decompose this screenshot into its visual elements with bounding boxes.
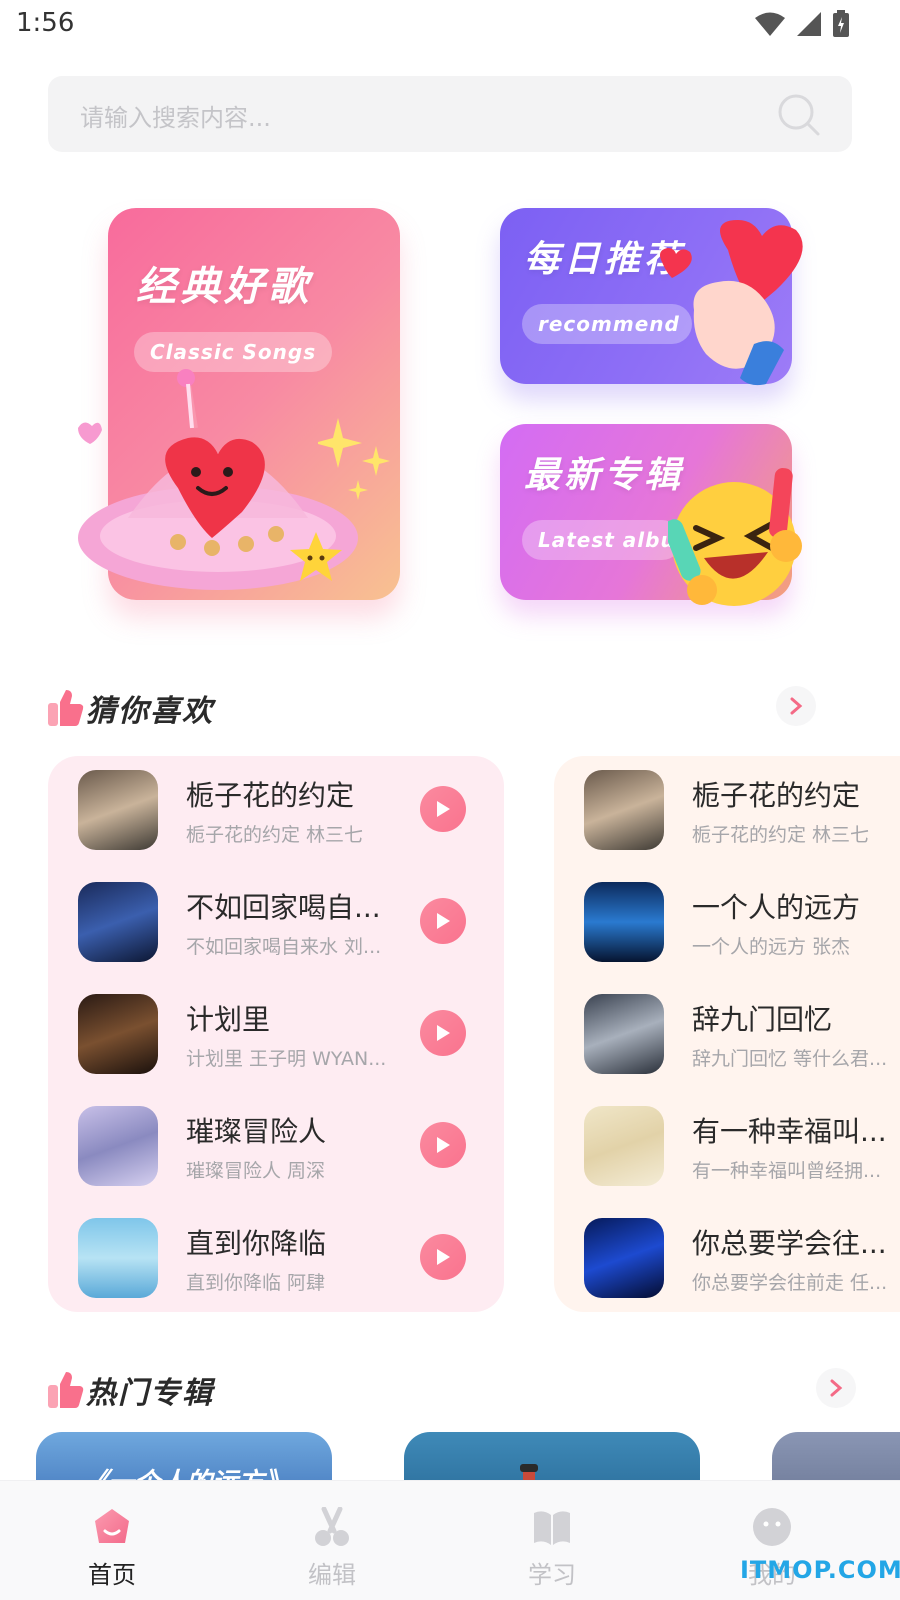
- hot-albums-section-header: 热门专辑: [48, 1364, 856, 1414]
- nav-study[interactable]: 学习: [492, 1481, 612, 1600]
- song-subtitle: 栀子花的约定 林三七: [692, 824, 870, 846]
- song-subtitle: 璀璨冒险人 周深: [186, 1160, 326, 1182]
- song-subtitle: 不如回家喝自来水 刘...: [186, 936, 382, 958]
- hot-albums-more-button[interactable]: [816, 1368, 856, 1408]
- star-icon: [290, 532, 342, 581]
- nav-label: 编辑: [308, 1561, 356, 1589]
- chevron-right-icon: [830, 1379, 843, 1397]
- watermark: ITMOP.COM: [740, 1556, 900, 1584]
- song-subtitle: 直到你降临 阿肆: [186, 1272, 326, 1294]
- song-cover: [78, 882, 158, 962]
- song-list-panel-left: 栀子花的约定 栀子花的约定 林三七 不如回家喝自... 不如回家喝自来水 刘..…: [48, 756, 504, 1312]
- song-title: 有一种幸福叫...: [692, 1115, 887, 1148]
- song-cover: [78, 1106, 158, 1186]
- play-button[interactable]: [420, 1010, 466, 1056]
- song-title: 你总要学会往...: [692, 1227, 887, 1260]
- smile-icon: [753, 1508, 791, 1546]
- nav-edit[interactable]: 编辑: [272, 1481, 392, 1600]
- nav-label: 首页: [88, 1561, 136, 1589]
- app-screen: 1:56 请输入搜索内容... 经典好歌 Classic Songs 每日推荐 …: [0, 0, 900, 1600]
- status-time: 1:56: [16, 8, 75, 38]
- hot-albums-section-title: 热门专辑: [86, 1376, 214, 1411]
- song-cover: [584, 1106, 664, 1186]
- song-cover: [78, 1218, 158, 1298]
- search-placeholder: 请输入搜索内容...: [80, 104, 271, 132]
- song-row[interactable]: 栀子花的约定 栀子花的约定 林三七: [584, 770, 900, 852]
- song-title: 一个人的远方: [692, 891, 861, 924]
- song-cover: [584, 770, 664, 850]
- play-icon: [437, 1137, 450, 1153]
- song-row[interactable]: 你总要学会往... 你总要学会往前走 任...: [584, 1218, 900, 1300]
- sparkle-icon: [318, 418, 390, 500]
- classic-songs-title: 经典好歌: [136, 264, 312, 310]
- song-subtitle: 有一种幸福叫曾经拥...: [692, 1160, 882, 1182]
- song-row[interactable]: 一个人的远方 一个人的远方 张杰: [584, 882, 900, 964]
- guess-section-title: 猜你喜欢: [86, 694, 214, 729]
- song-cover: [78, 770, 158, 850]
- play-icon: [437, 1025, 450, 1041]
- play-button[interactable]: [420, 1122, 466, 1168]
- thumb-up-icon: [48, 1372, 84, 1408]
- status-icons: [754, 10, 850, 38]
- thumb-up-icon: [48, 690, 84, 726]
- scissors-icon: [315, 1507, 349, 1546]
- song-title: 直到你降临: [186, 1227, 327, 1260]
- guess-section-header: 猜你喜欢: [48, 682, 852, 732]
- song-title: 计划里: [186, 1003, 271, 1036]
- song-title: 辞九门回忆: [692, 1003, 833, 1036]
- chevron-right-icon: [790, 697, 803, 715]
- status-bar: 1:56: [0, 0, 900, 48]
- song-row[interactable]: 计划里 计划里 王子明 WYAN...: [78, 994, 478, 1076]
- song-row[interactable]: 辞九门回忆 辞九门回忆 等什么君...: [584, 994, 900, 1076]
- home-icon: [95, 1509, 129, 1543]
- song-subtitle: 你总要学会往前走 任...: [692, 1272, 888, 1294]
- song-row[interactable]: 璀璨冒险人 璀璨冒险人 周深: [78, 1106, 478, 1188]
- book-icon: [534, 1511, 570, 1545]
- signal-icon: [797, 12, 821, 36]
- play-icon: [437, 913, 450, 929]
- wifi-icon: [755, 12, 785, 36]
- song-subtitle: 辞九门回忆 等什么君...: [692, 1048, 888, 1070]
- daily-recommend-card[interactable]: 每日推荐 recommend: [500, 208, 803, 386]
- song-subtitle: 栀子花的约定 林三七: [186, 824, 364, 846]
- play-button[interactable]: [420, 786, 466, 832]
- song-list-panel-right: 栀子花的约定 栀子花的约定 林三七 一个人的远方 一个人的远方 张杰 辞九门回忆…: [554, 756, 900, 1312]
- search-icon[interactable]: [776, 92, 822, 138]
- classic-songs-pill: Classic Songs: [134, 332, 333, 372]
- song-row[interactable]: 不如回家喝自... 不如回家喝自来水 刘...: [78, 882, 478, 964]
- song-title: 栀子花的约定: [186, 779, 355, 812]
- song-row[interactable]: 直到你降临 直到你降临 阿肆: [78, 1218, 478, 1300]
- song-row[interactable]: 栀子花的约定 栀子花的约定 林三七: [78, 770, 478, 852]
- latest-album-pill: Latest album: [522, 520, 682, 560]
- heart-hand-icon: [660, 220, 803, 386]
- song-title: 璀璨冒险人: [186, 1115, 327, 1148]
- search-input[interactable]: 请输入搜索内容...: [48, 76, 852, 152]
- play-button[interactable]: [420, 1234, 466, 1280]
- laughing-emoji-icon: [668, 468, 802, 606]
- song-cover: [78, 994, 158, 1074]
- latest-album-title: 最新专辑: [524, 455, 685, 496]
- song-cover: [584, 994, 664, 1074]
- nav-label: 学习: [528, 1561, 576, 1589]
- song-title: 栀子花的约定: [692, 779, 861, 812]
- guess-more-button[interactable]: [776, 686, 816, 726]
- nav-home[interactable]: 首页: [52, 1481, 172, 1600]
- song-cover: [584, 1218, 664, 1298]
- latest-album-card[interactable]: 最新专辑 Latest album: [500, 424, 802, 606]
- song-cover: [584, 882, 664, 962]
- song-subtitle: 计划里 王子明 WYAN...: [186, 1048, 387, 1070]
- song-row[interactable]: 有一种幸福叫... 有一种幸福叫曾经拥...: [584, 1106, 900, 1188]
- play-icon: [437, 801, 450, 817]
- play-icon: [437, 1249, 450, 1265]
- battery-icon: [833, 10, 849, 37]
- classic-songs-card[interactable]: 经典好歌 Classic Songs: [78, 208, 400, 600]
- song-subtitle: 一个人的远方 张杰: [692, 936, 851, 958]
- song-title: 不如回家喝自...: [186, 891, 381, 924]
- play-button[interactable]: [420, 898, 466, 944]
